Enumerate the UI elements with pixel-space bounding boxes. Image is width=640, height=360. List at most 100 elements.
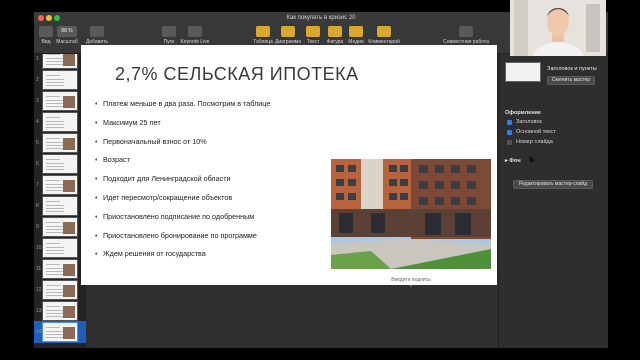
master-thumbnail[interactable] bbox=[505, 62, 541, 82]
collaborate-icon bbox=[459, 26, 473, 37]
slide-number: 3 bbox=[36, 98, 39, 104]
slide[interactable]: 2,7% СЕЛЬСКАЯ ИПОТЕКА Платеж меньше в дв… bbox=[81, 45, 497, 287]
slide-preview bbox=[42, 217, 78, 237]
slide-preview bbox=[42, 91, 78, 111]
webcam-overlay bbox=[510, 0, 606, 56]
checkbox-checked bbox=[507, 130, 512, 135]
minimize-window-icon[interactable] bbox=[46, 15, 52, 21]
bullet-item[interactable]: Подходит для Ленинградской области bbox=[95, 174, 270, 193]
bullet-list[interactable]: Платеж меньше в два раза. Посмотрим в та… bbox=[95, 99, 270, 268]
slide-number: 1 bbox=[36, 56, 39, 62]
slide-title[interactable]: 2,7% СЕЛЬСКАЯ ИПОТЕКА bbox=[115, 64, 359, 85]
keynote-live-button[interactable]: Keynote Live bbox=[178, 26, 212, 45]
appearance-heading: Оформление bbox=[505, 110, 541, 116]
slide-thumbnail[interactable]: 9 bbox=[34, 216, 86, 238]
slide-preview bbox=[42, 70, 78, 90]
bullet-item[interactable]: Приостановлено бронирование по программе bbox=[95, 231, 270, 250]
slide-number: 8 bbox=[36, 203, 39, 209]
text-icon bbox=[306, 26, 320, 37]
slide-thumbnail[interactable]: 2 bbox=[34, 69, 86, 91]
close-window-icon[interactable] bbox=[38, 15, 44, 21]
slide-thumbnail[interactable]: 1 bbox=[34, 54, 86, 70]
media-button[interactable]: Медиа bbox=[346, 26, 366, 45]
slide-thumbnail[interactable]: 10 bbox=[34, 237, 86, 259]
slide-thumbnail[interactable]: 13 bbox=[34, 300, 86, 322]
slide-preview bbox=[42, 280, 78, 300]
collaborate-button[interactable]: Совместная работа bbox=[442, 26, 490, 45]
bullet-item[interactable]: Возраст bbox=[95, 155, 270, 174]
bullet-item[interactable]: Идет пересмотр/сокращение объектов bbox=[95, 193, 270, 212]
shape-icon bbox=[328, 26, 342, 37]
slide-thumbnail[interactable]: 7 bbox=[34, 174, 86, 196]
slide-number: 2 bbox=[36, 77, 39, 83]
slide-thumbnail[interactable]: 6 bbox=[34, 153, 86, 175]
slide-number: 6 bbox=[36, 161, 39, 167]
slide-thumbnail[interactable]: 11 bbox=[34, 258, 86, 280]
play-icon bbox=[162, 26, 176, 37]
slide-preview bbox=[42, 322, 78, 342]
keynote-window: Как покупать в кризис 20 Вид 88 % Масштаб… bbox=[34, 12, 608, 348]
slide-preview bbox=[42, 112, 78, 132]
slide-preview bbox=[42, 259, 78, 279]
slide-number-checkbox[interactable]: Номер слайда bbox=[507, 139, 553, 146]
checkbox-checked bbox=[507, 120, 512, 125]
comment-icon bbox=[377, 26, 391, 37]
change-master-button[interactable]: Сменить мастер bbox=[547, 76, 595, 85]
title-checkbox[interactable]: Заголовок bbox=[507, 119, 542, 126]
plus-icon bbox=[90, 26, 104, 37]
slide-thumbnail[interactable]: 14 bbox=[34, 321, 86, 343]
slide-number: 11 bbox=[36, 266, 42, 272]
edit-master-button[interactable]: Редактировать мастер-слайд bbox=[513, 180, 593, 189]
table-button[interactable]: Таблица bbox=[252, 26, 274, 45]
background-label[interactable]: ▸ Фон bbox=[505, 158, 521, 164]
table-icon bbox=[256, 26, 270, 37]
bullet-item[interactable]: Платеж меньше в два раза. Посмотрим в та… bbox=[95, 99, 270, 118]
slide-preview bbox=[42, 238, 78, 258]
slide-number: 9 bbox=[36, 224, 39, 230]
slide-preview bbox=[42, 196, 78, 216]
keynote-live-icon bbox=[188, 26, 202, 37]
zoom-window-icon[interactable] bbox=[54, 15, 60, 21]
slide-thumbnail[interactable]: 8 bbox=[34, 195, 86, 217]
view-button[interactable]: Вид bbox=[38, 26, 54, 45]
chart-button[interactable]: Диаграмма bbox=[274, 26, 302, 45]
slide-thumbnail[interactable]: 4 bbox=[34, 111, 86, 133]
body-checkbox[interactable]: Основной текст bbox=[507, 129, 556, 136]
slide-thumbnail[interactable]: 5 bbox=[34, 132, 86, 154]
slide-preview bbox=[42, 154, 78, 174]
slide-number: 4 bbox=[36, 119, 39, 125]
bullet-item[interactable]: Максимум 25 лет bbox=[95, 118, 270, 137]
layout-name: Заголовок и пункты bbox=[547, 66, 597, 72]
slide-preview bbox=[42, 54, 78, 69]
slide-thumbnail[interactable]: 12 bbox=[34, 279, 86, 301]
slide-preview bbox=[42, 133, 78, 153]
checkbox-unchecked bbox=[507, 140, 512, 145]
comment-button[interactable]: Комментарий bbox=[366, 26, 402, 45]
slide-number: 14 bbox=[36, 329, 42, 335]
slide-number: 7 bbox=[36, 182, 39, 188]
caption-anchor bbox=[410, 285, 412, 287]
bullet-item[interactable]: Приостановлено подписание по одобренным bbox=[95, 212, 270, 231]
bullet-item[interactable]: Ждем решения от государства bbox=[95, 249, 270, 268]
document-title: Как покупать в кризис 20 bbox=[286, 15, 356, 21]
chart-icon bbox=[281, 26, 295, 37]
slide-navigator: 1 2 3 4 5 6 7 8 9 10 11 12 13 14 bbox=[34, 54, 86, 348]
slide-preview bbox=[42, 301, 78, 321]
bullet-item[interactable]: Первоначальный взнос от 10% bbox=[95, 137, 270, 156]
shape-button[interactable]: Фигура bbox=[324, 26, 346, 45]
zoom-value: 88 % bbox=[57, 26, 77, 37]
slide-thumbnail[interactable]: 3 bbox=[34, 90, 86, 112]
slide-number: 12 bbox=[36, 287, 42, 293]
building-photo[interactable] bbox=[331, 159, 491, 269]
format-inspector: Заголовок и пункты Сменить мастер Оформл… bbox=[498, 54, 608, 348]
zoom-select[interactable]: 88 % Масштаб bbox=[56, 26, 78, 45]
text-button[interactable]: Текст bbox=[304, 26, 322, 45]
media-icon bbox=[349, 26, 363, 37]
play-button[interactable]: Пуск bbox=[158, 26, 180, 45]
slide-number: 10 bbox=[36, 245, 42, 251]
slide-number: 13 bbox=[36, 308, 42, 314]
slide-preview bbox=[42, 175, 78, 195]
slide-number: 5 bbox=[36, 140, 39, 146]
view-icon bbox=[39, 26, 53, 37]
photo-caption[interactable]: Введите подпись bbox=[331, 277, 491, 283]
